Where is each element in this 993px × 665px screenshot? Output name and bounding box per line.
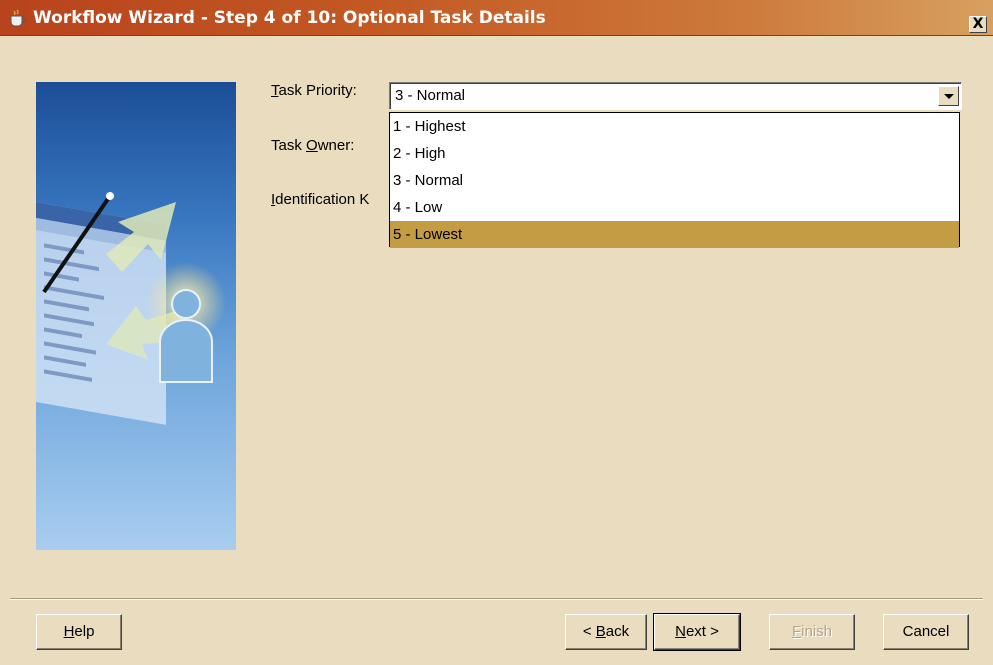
task-priority-label: Task Priority: [271, 82, 357, 99]
chevron-down-icon[interactable] [938, 86, 959, 106]
priority-option-lowest[interactable]: 5 - Lowest [390, 221, 959, 248]
next-button[interactable]: Next > [653, 613, 741, 651]
finish-button[interactable]: Finish [769, 614, 855, 650]
coffee-cup-icon [8, 9, 28, 27]
task-priority-value: 3 - Normal [395, 87, 466, 104]
task-owner-label: Task Owner: [271, 137, 355, 154]
cancel-button[interactable]: Cancel [883, 614, 969, 650]
button-separator [10, 598, 983, 600]
priority-option-normal[interactable]: 3 - Normal [390, 167, 959, 194]
help-button[interactable]: Help [36, 614, 122, 650]
title-bar[interactable]: Workflow Wizard - Step 4 of 10: Optional… [0, 0, 993, 36]
priority-option-high[interactable]: 2 - High [390, 140, 959, 167]
back-button[interactable]: < Back [565, 614, 647, 650]
wizard-illustration [36, 82, 236, 550]
window-title: Workflow Wizard - Step 4 of 10: Optional… [33, 8, 546, 28]
identification-key-label: Identification K [271, 191, 370, 208]
task-priority-select[interactable]: 3 - Normal [389, 82, 962, 110]
close-button[interactable]: X [969, 16, 987, 33]
priority-option-highest[interactable]: 1 - Highest [390, 113, 959, 140]
priority-option-low[interactable]: 4 - Low [390, 194, 959, 221]
task-priority-dropdown[interactable]: 1 - Highest 2 - High 3 - Normal 4 - Low … [389, 112, 960, 248]
close-icon: X [972, 16, 984, 32]
